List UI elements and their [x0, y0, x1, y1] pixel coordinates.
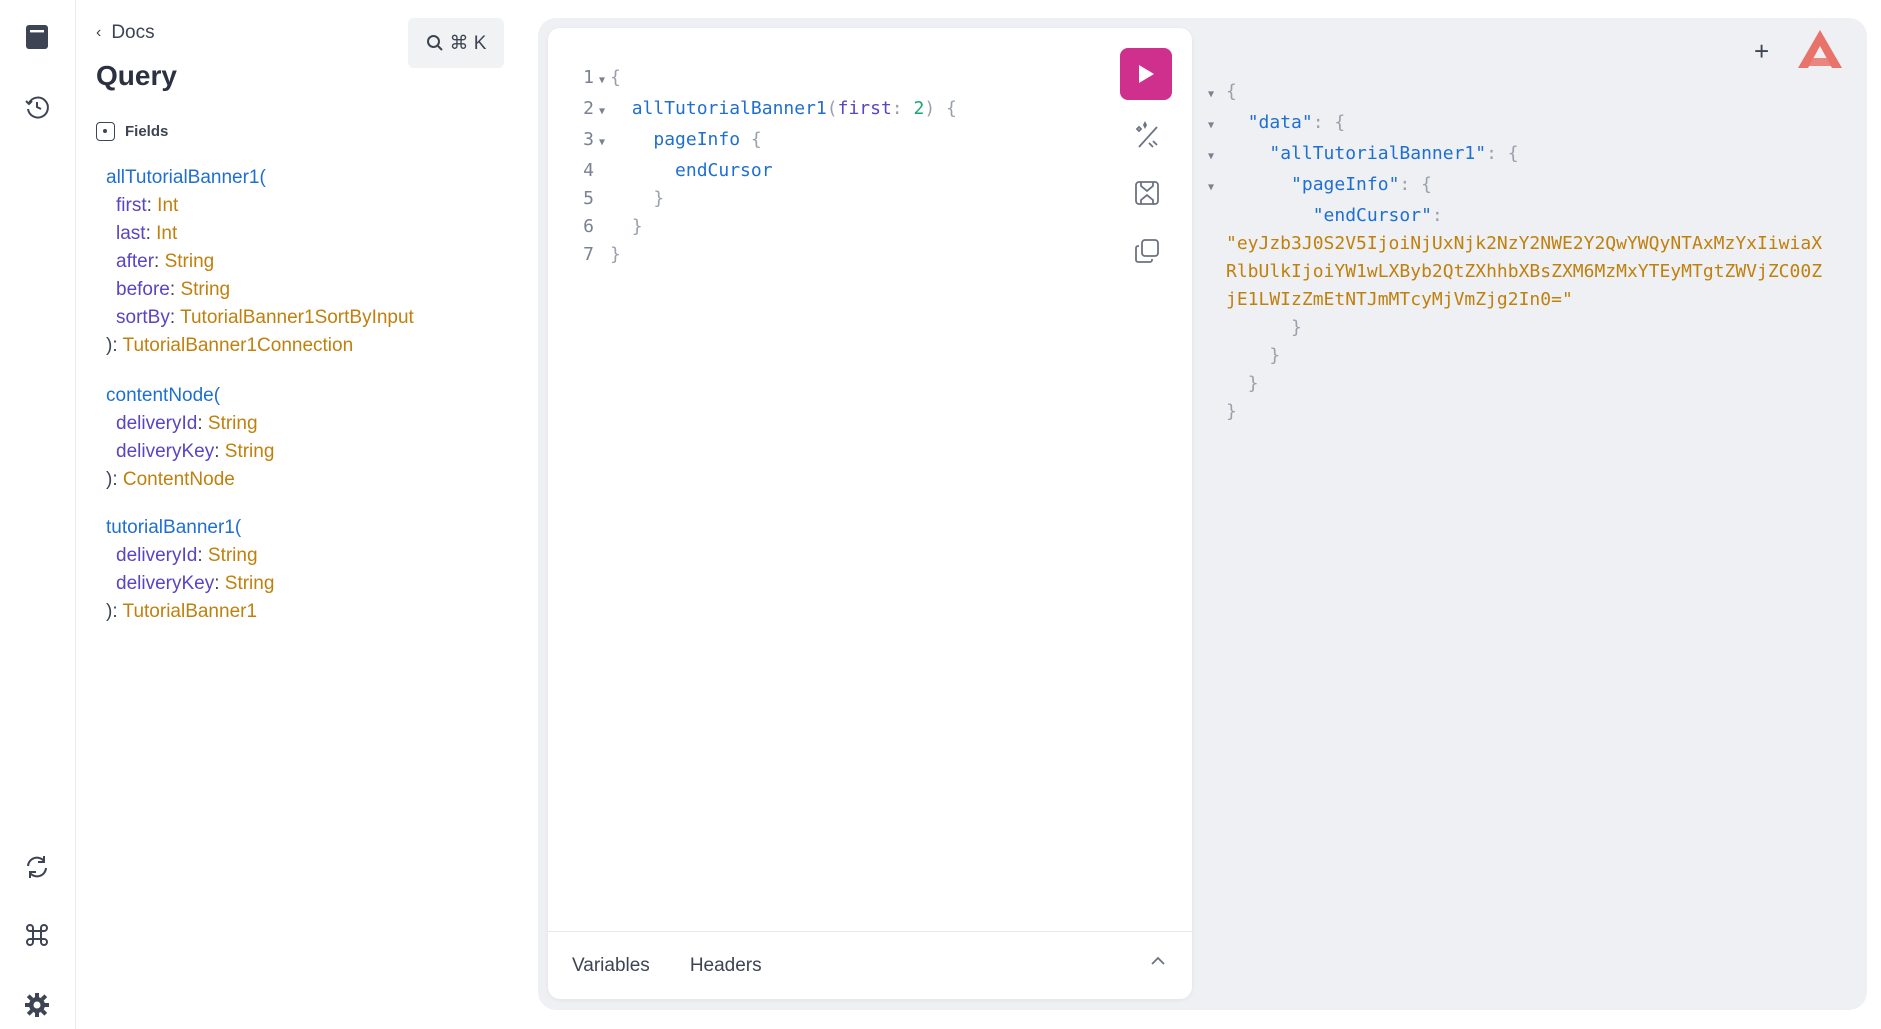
chevron-left-icon: ‹: [96, 24, 102, 41]
fields-header: Fields: [96, 122, 168, 141]
query-code[interactable]: 1 ▼{ 2 ▼ allTutorialBanner1(first: 2) { 3 ▼…: [572, 64, 957, 269]
docs-icon[interactable]: [22, 22, 52, 52]
end-cursor-value: "eyJzb3J0S2V5IjoiNjUxNjk2NzY2NWE2Y2QwYWQ…: [1226, 233, 1823, 254]
docs-search-button[interactable]: ⌘ K: [408, 18, 504, 68]
field-name[interactable]: contentNode(: [106, 385, 220, 406]
arg-type[interactable]: TutorialBanner1SortByInput: [180, 307, 414, 328]
refresh-icon[interactable]: [22, 852, 52, 882]
merge-fragments-button[interactable]: [1132, 178, 1162, 208]
fields-icon: [96, 122, 115, 141]
arg-name[interactable]: deliveryKey: [116, 573, 214, 594]
arg-name[interactable]: after: [116, 251, 154, 272]
page-title: Query: [96, 60, 177, 91]
arg-type[interactable]: String: [225, 573, 275, 594]
tab-headers[interactable]: Headers: [690, 955, 762, 977]
copy-query-button[interactable]: [1132, 236, 1162, 266]
play-icon: [1139, 65, 1154, 83]
search-icon: [426, 35, 443, 51]
settings-icon[interactable]: [22, 990, 52, 1020]
arg-name[interactable]: sortBy: [116, 307, 170, 328]
field-close: ):: [106, 469, 118, 490]
tab-variables[interactable]: Variables: [572, 955, 650, 977]
fold-icon[interactable]: ▼: [1208, 81, 1226, 109]
add-tab-button[interactable]: +: [1754, 36, 1769, 67]
end-cursor-value: jE1LWIzZmEtNTJmMTcyMjVmZjg2In0=": [1226, 289, 1573, 310]
arg-type[interactable]: String: [180, 279, 230, 300]
arg-name[interactable]: first: [116, 195, 147, 216]
sidebar-rail: [0, 0, 76, 1029]
merge-icon: [1135, 181, 1159, 205]
arg-type[interactable]: String: [165, 251, 215, 272]
prettify-button[interactable]: [1132, 120, 1162, 150]
main-workspace: 1 ▼{ 2 ▼ allTutorialBanner1(first: 2) { 3 ▼…: [538, 18, 1867, 1010]
fold-icon[interactable]: ▼: [594, 98, 610, 126]
return-type[interactable]: TutorialBanner1Connection: [123, 335, 354, 356]
arg-type[interactable]: Int: [156, 223, 177, 244]
fold-icon[interactable]: ▼: [1208, 112, 1226, 140]
field-alltutorialbanner1: allTutorialBanner1( first: Int last: Int…: [106, 167, 414, 356]
code-line: 3 ▼ pageInfo {: [572, 126, 957, 157]
search-shortcut: ⌘ K: [449, 32, 487, 54]
plus-icon: +: [1754, 36, 1770, 66]
code-line: 7}: [583, 244, 621, 265]
editor-tools-bar: Variables Headers: [548, 931, 1192, 999]
fields-label: Fields: [125, 123, 169, 140]
copy-icon: [1135, 239, 1159, 263]
field-contentnode: contentNode( deliveryId: String delivery…: [106, 385, 275, 490]
arg-type[interactable]: String: [225, 441, 275, 462]
history-icon[interactable]: [22, 92, 52, 122]
field-name[interactable]: tutorialBanner1(: [106, 517, 241, 538]
code-line: 2 ▼ allTutorialBanner1(first: 2) {: [572, 95, 957, 126]
docs-back-button[interactable]: ‹ Docs: [96, 22, 155, 44]
field-close: ):: [106, 601, 118, 622]
code-line: 6 }: [583, 216, 643, 237]
end-cursor-value: RlbUlkIjoiYW1wLXByb2QtZXhhbXBsZXM6MzMxYT…: [1226, 261, 1823, 282]
docs-panel: ‹ Docs Query ⌘ K Fields allTutorialBanne…: [76, 0, 520, 1029]
result-pane[interactable]: ▼{ ▼ "data": { ▼ "allTutorialBanner1": {…: [1208, 78, 1858, 426]
query-editor[interactable]: 1 ▼{ 2 ▼ allTutorialBanner1(first: 2) { 3 ▼…: [548, 28, 1192, 999]
arg-type[interactable]: String: [208, 545, 258, 566]
code-line: 5 }: [583, 188, 665, 209]
arg-type[interactable]: String: [208, 413, 258, 434]
run-query-button[interactable]: [1120, 48, 1172, 100]
fold-icon[interactable]: ▼: [1208, 174, 1226, 202]
return-type[interactable]: ContentNode: [123, 469, 235, 490]
arg-name[interactable]: deliveryId: [116, 413, 197, 434]
arg-name[interactable]: before: [116, 279, 170, 300]
field-close: ):: [106, 335, 118, 356]
docs-back-label: Docs: [111, 22, 155, 43]
fold-icon[interactable]: ▼: [594, 67, 610, 95]
arg-name[interactable]: last: [116, 223, 146, 244]
code-line: 4 endCursor: [583, 160, 773, 181]
arg-name[interactable]: deliveryId: [116, 545, 197, 566]
arg-type[interactable]: Int: [157, 195, 178, 216]
code-line: 1 ▼{: [572, 64, 957, 95]
chevron-up-icon[interactable]: [1150, 956, 1166, 966]
field-tutorialbanner1: tutorialBanner1( deliveryId: String deli…: [106, 517, 275, 622]
fold-icon[interactable]: ▼: [594, 129, 610, 157]
command-icon[interactable]: [22, 920, 52, 950]
graphiql-logo-icon: [1798, 30, 1842, 68]
fold-icon[interactable]: ▼: [1208, 143, 1226, 171]
prettify-icon: [1135, 121, 1158, 148]
arg-name[interactable]: deliveryKey: [116, 441, 214, 462]
field-name[interactable]: allTutorialBanner1(: [106, 167, 266, 188]
return-type[interactable]: TutorialBanner1: [123, 601, 257, 622]
